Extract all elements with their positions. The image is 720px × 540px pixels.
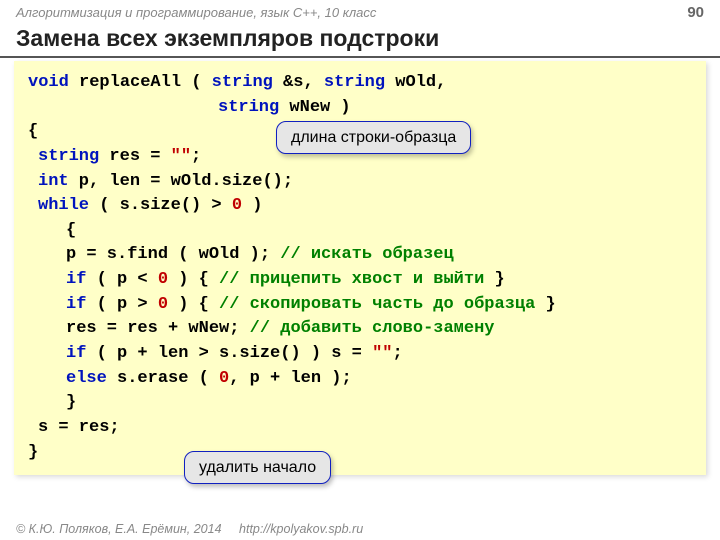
footer-link: http://kpolyakov.spb.ru: [239, 522, 363, 536]
code-line: void replaceAll ( string &s, string wOld…: [28, 71, 692, 96]
footer: © К.Ю. Поляков, Е.А. Ерёмин, 2014 http:/…: [16, 522, 363, 536]
callout-erase-start: удалить начало: [184, 451, 331, 484]
slide-title: Замена всех экземпляров подстроки: [0, 23, 720, 58]
code-line: s = res;: [28, 416, 692, 441]
code-line: if ( p > 0 ) { // скопировать часть до о…: [28, 293, 692, 318]
code-line: int p, len = wOld.size();: [28, 170, 692, 195]
code-line: }: [28, 391, 692, 416]
course-label: Алгоритмизация и программирование, язык …: [16, 5, 376, 20]
header: Алгоритмизация и программирование, язык …: [0, 0, 720, 23]
code-line: if ( p < 0 ) { // прицепить хвост и выйт…: [28, 268, 692, 293]
code-block: void replaceAll ( string &s, string wOld…: [14, 61, 706, 475]
code-line: }: [28, 441, 692, 466]
code-line: else s.erase ( 0, p + len );: [28, 367, 692, 392]
code-line: res = res + wNew; // добавить слово-заме…: [28, 317, 692, 342]
code-line: string wNew ): [28, 96, 692, 121]
code-line: if ( p + len > s.size() ) s = "";: [28, 342, 692, 367]
copyright: © К.Ю. Поляков, Е.А. Ерёмин, 2014: [16, 522, 222, 536]
code-line: while ( s.size() > 0 ): [28, 194, 692, 219]
callout-pattern-length: длина строки-образца: [276, 121, 471, 154]
page-number: 90: [687, 4, 704, 21]
code-line: p = s.find ( wOld ); // искать образец: [28, 243, 692, 268]
code-line: {: [28, 219, 692, 244]
